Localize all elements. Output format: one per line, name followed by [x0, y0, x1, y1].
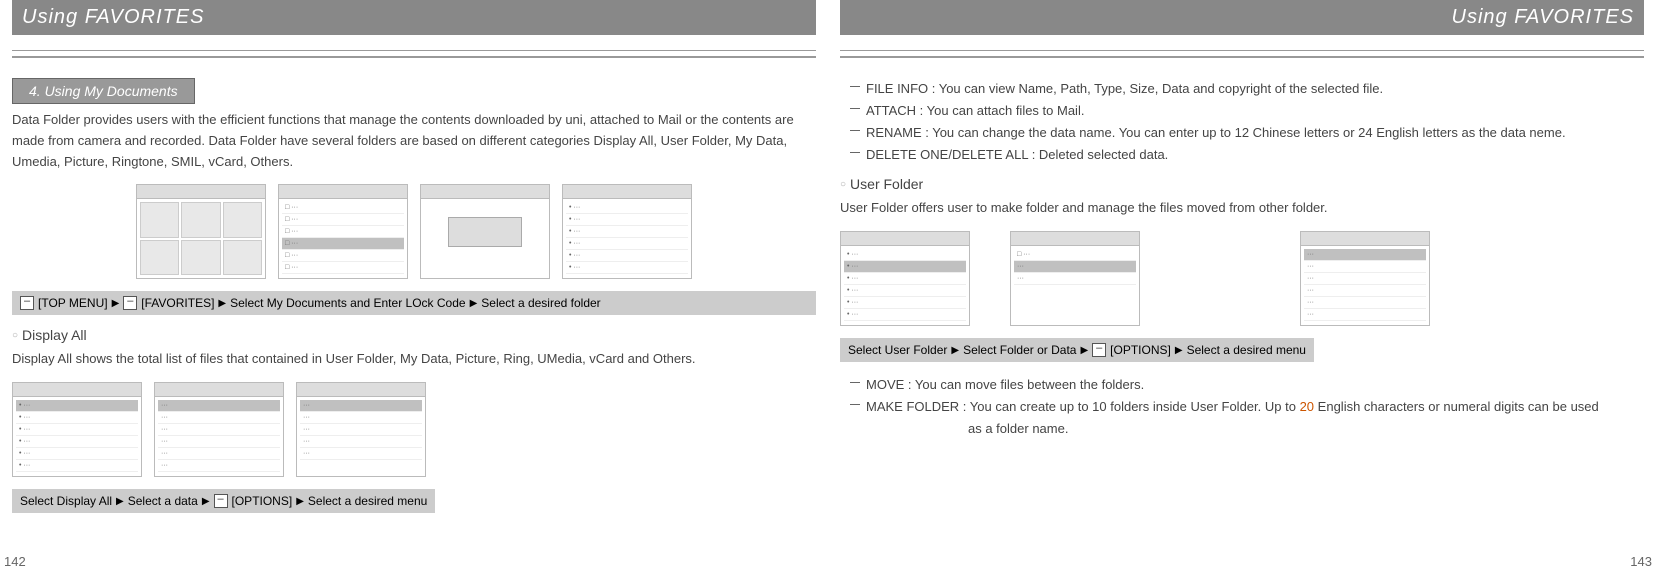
arrow-icon: ▶ — [1175, 345, 1183, 356]
menu-key-icon — [123, 296, 137, 310]
nav-path-3: Select User Folder ▶ Select Folder or Da… — [840, 338, 1314, 362]
option-text-part: MAKE FOLDER : You can create up to 10 fo… — [866, 399, 1296, 414]
nav-path-1: [TOP MENU] ▶ [FAVORITES] ▶ Select My Doc… — [12, 291, 816, 315]
option-move: MOVE : You can move files between the fo… — [848, 374, 1644, 396]
arrow-icon: ▶ — [112, 298, 120, 309]
arrow-icon: ▶ — [116, 496, 124, 507]
option-rename: RENAME : You can change the data name. Y… — [848, 122, 1644, 144]
nav-step: [FAVORITES] — [141, 296, 214, 310]
subheading-label: Display All — [22, 327, 87, 343]
screenshot: □ ········· — [1010, 231, 1140, 326]
page-number-right: 143 — [1630, 554, 1652, 569]
arrow-icon: ▶ — [951, 345, 959, 356]
nav-step: [OPTIONS] — [232, 494, 293, 508]
left-page: Using FAVORITES 4. Using My Documents Da… — [0, 0, 828, 577]
nav-step: Select a desired menu — [308, 494, 427, 508]
section-tab: 4. Using My Documents — [12, 78, 195, 104]
nav-step: Select My Documents and Enter LOck Code — [230, 296, 465, 310]
screenshot: ··············· — [296, 382, 426, 477]
subheading-label: User Folder — [850, 176, 923, 192]
screenshot: • ···• ···• ···• ···• ···• ··· — [840, 231, 970, 326]
divider-thick — [12, 56, 816, 58]
nav-step: Select a data — [128, 494, 198, 508]
screenshot — [136, 184, 266, 279]
display-all-text: Display All shows the total list of file… — [12, 349, 816, 370]
divider — [840, 50, 1644, 51]
option-delete: DELETE ONE/DELETE ALL : Deleted selected… — [848, 144, 1644, 166]
nav-step: Select Folder or Data — [963, 343, 1076, 357]
screenshot — [420, 184, 550, 279]
option-make-folder: MAKE FOLDER : You can create up to 10 fo… — [848, 396, 1644, 418]
menu-key-icon — [214, 494, 228, 508]
divider — [12, 50, 816, 51]
screenshot-row-1: □ ···□ ···□ ···□ ···□ ···□ ··· • ···• ··… — [12, 184, 816, 279]
accent-number: 20 — [1300, 399, 1314, 414]
screenshot-row-3: • ···• ···• ···• ···• ···• ··· □ ·······… — [840, 231, 1644, 326]
arrow-icon: ▶ — [1080, 345, 1088, 356]
header-right: Using FAVORITES — [840, 0, 1644, 35]
option-list-2: MOVE : You can move files between the fo… — [848, 374, 1644, 440]
screenshot: □ ···□ ···□ ···□ ···□ ···□ ··· — [278, 184, 408, 279]
arrow-icon: ▶ — [470, 298, 478, 309]
intro-text: Data Folder provides users with the effi… — [12, 110, 816, 172]
screenshot-row-2: • ···• ···• ···• ···• ···• ··· ·········… — [12, 382, 816, 477]
menu-key-icon — [20, 296, 34, 310]
subheading-display-all: Display All — [12, 327, 816, 343]
divider-thick — [840, 56, 1644, 58]
arrow-icon: ▶ — [202, 496, 210, 507]
nav-path-2: Select Display All ▶ Select a data ▶ [OP… — [12, 489, 435, 513]
screenshot: ·················· — [1300, 231, 1430, 326]
nav-step: [OPTIONS] — [1110, 343, 1171, 357]
option-attach: ATTACH : You can attach files to Mail. — [848, 100, 1644, 122]
screenshot: • ···• ···• ···• ···• ···• ··· — [12, 382, 142, 477]
arrow-icon: ▶ — [218, 298, 226, 309]
option-file-info: FILE INFO : You can view Name, Path, Typ… — [848, 78, 1644, 100]
option-text-part: English characters or numeral digits can… — [1318, 399, 1599, 414]
nav-step: Select a desired folder — [481, 296, 600, 310]
right-page: Using FAVORITES FILE INFO : You can view… — [828, 0, 1656, 577]
screenshot: ·················· — [154, 382, 284, 477]
user-folder-text: User Folder offers user to make folder a… — [840, 198, 1644, 219]
option-list-1: FILE INFO : You can view Name, Path, Typ… — [848, 78, 1644, 166]
nav-step: [TOP MENU] — [38, 296, 108, 310]
screenshot: • ···• ···• ···• ···• ···• ··· — [562, 184, 692, 279]
arrow-icon: ▶ — [296, 496, 304, 507]
menu-key-icon — [1092, 343, 1106, 357]
subheading-user-folder: User Folder — [840, 176, 1644, 192]
nav-step: Select Display All — [20, 494, 112, 508]
nav-step: Select User Folder — [848, 343, 947, 357]
header-left: Using FAVORITES — [12, 0, 816, 35]
option-continuation: as a folder name. — [848, 418, 1644, 440]
nav-step: Select a desired menu — [1187, 343, 1306, 357]
page-number-left: 142 — [4, 554, 26, 569]
